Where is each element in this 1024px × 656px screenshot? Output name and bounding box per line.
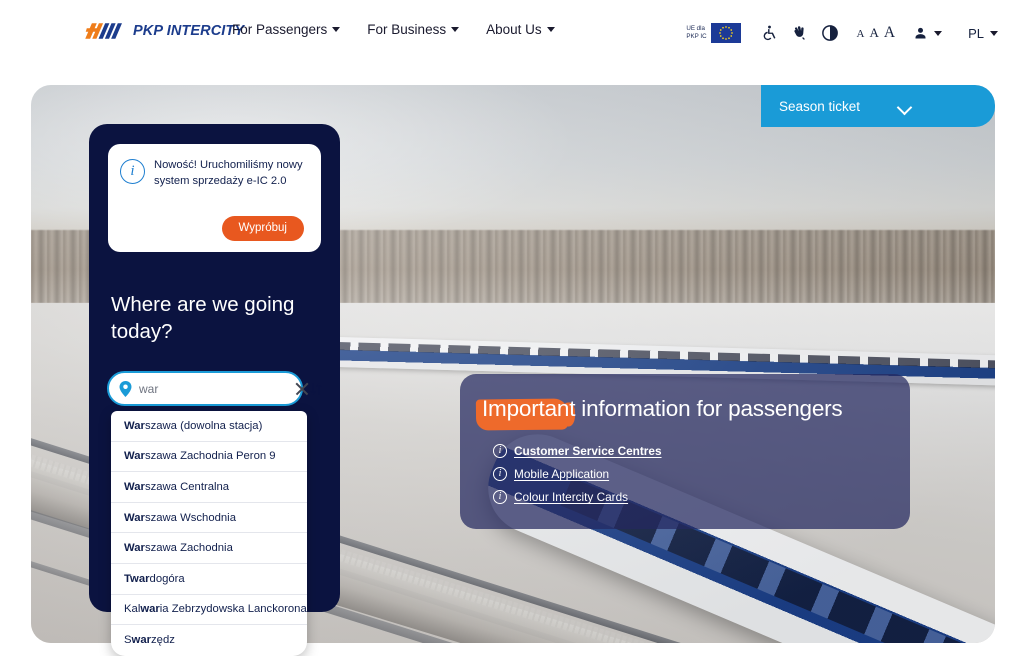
language-selector[interactable]: PL [968,26,998,41]
panel-heading: Where are we going today? [111,293,295,344]
wheelchair-icon[interactable] [755,21,785,45]
info-icon: i [493,467,507,481]
sign-language-glyph [794,26,805,40]
link-colour-intercity-cards[interactable]: i Colour Intercity Cards [493,490,662,504]
link-customer-service-centres[interactable]: i Customer Service Centres [493,444,662,458]
eu-funding-label: UE dla PKP IC [686,25,706,41]
suggestion-item[interactable]: Twar dogóra [111,564,307,595]
link-mobile-application[interactable]: i Mobile Application [493,467,662,481]
chevron-down-icon [990,30,998,36]
suggestion-rest: ia Zebrzydowska Lanckorona [159,603,307,616]
suggestion-pre: S [124,634,132,647]
origin-search-row [107,371,323,406]
eu-stars-icon [718,26,733,40]
suggestion-rest: szawa Zachodnia [144,542,233,555]
suggestion-match: War [124,511,145,524]
season-ticket-dropdown[interactable]: Season ticket [761,85,995,127]
suggestion-rest: szawa Centralna [144,480,230,493]
sign-language-icon[interactable] [785,21,815,45]
eu-funding-badge: UE dla PKP IC [686,23,741,43]
logo-text: PKP INTERCITY [133,23,245,39]
suggestion-item[interactable]: War szawa Zachodnia Peron 9 [111,442,307,473]
nav-item-for-passengers[interactable]: For Passengers [232,22,341,37]
suggestion-rest: dogóra [149,572,185,585]
nav-label: About Us [486,22,542,37]
close-icon[interactable] [294,381,310,397]
eu-flag-icon [710,23,741,43]
info-icon: i [120,159,145,184]
font-size-small-button[interactable]: A [857,28,865,40]
promo-notification-card: i Nowość! Uruchomiliśmy nowy system sprz… [108,144,321,252]
suggestion-item[interactable]: Kal war ia Zebrzydowska Lanckorona [111,595,307,626]
suggestion-rest: szawa (dowolna stacja) [144,419,263,432]
search-input[interactable] [139,381,294,396]
nav-item-for-business[interactable]: For Business [367,22,460,37]
language-label: PL [968,25,984,41]
info-panel-title: Important information for passengers [482,396,843,421]
suggestion-match: War [124,419,145,432]
try-it-button[interactable]: Wypróbuj [221,216,304,241]
contrast-glyph [821,25,838,41]
site-header: PKP INTERCITY For Passengers For Busines… [0,0,1024,70]
eu-label-line1: UE dla [686,25,705,33]
suggestion-match: war [140,603,160,616]
origin-station-field[interactable] [107,371,303,406]
main-navigation: For Passengers For Business About Us [232,22,555,37]
suggestion-match: War [124,450,145,463]
passenger-info-panel: Important information for passengers i C… [460,374,910,529]
user-icon [915,27,926,38]
wheelchair-glyph [763,25,776,41]
font-size-large-button[interactable]: A [884,24,895,42]
link-label: Mobile Application [514,467,610,481]
font-size-medium-button[interactable]: A [870,25,879,41]
link-label: Colour Intercity Cards [514,490,629,504]
suggestion-rest: zędz [151,634,175,647]
suggestion-item[interactable]: Swar zędz [111,625,307,656]
suggestion-item[interactable]: War szawa Zachodnia [111,533,307,564]
nav-label: For Passengers [232,22,328,37]
chevron-down-icon [934,30,943,36]
site-logo[interactable]: PKP INTERCITY [84,21,244,41]
swap-vertical-icon[interactable] [309,381,323,397]
info-panel-title-wrap: Important information for passengers [475,396,843,431]
suggestion-rest: szawa Zachodnia Peron 9 [144,450,276,463]
utility-bar: UE dla PKP IC A A A PL [686,21,998,45]
chevron-down-icon [899,100,912,113]
season-ticket-label: Season ticket [779,98,861,114]
nav-item-about-us[interactable]: About Us [486,22,555,37]
chevron-down-icon [546,27,555,32]
link-label: Customer Service Centres [514,444,662,458]
suggestion-item[interactable]: War szawa Wschodnia [111,503,307,534]
suggestion-item[interactable]: War szawa Centralna [111,472,307,503]
contrast-icon[interactable] [815,21,845,45]
info-panel-links: i Customer Service Centres i Mobile Appl… [493,444,662,504]
promo-row: i Nowość! Uruchomiliśmy nowy system sprz… [120,158,309,190]
nav-label: For Business [367,22,447,37]
promo-text: Nowość! Uruchomiliśmy nowy system sprzed… [154,159,303,187]
suggestion-match: War [124,480,145,493]
trip-search-panel: i Nowość! Uruchomiliśmy nowy system sprz… [89,124,340,656]
location-pin-icon [119,380,132,397]
suggestion-item[interactable]: War szawa (dowolna stacja) [111,411,307,442]
chevron-down-icon [451,27,460,32]
eu-label-line2: PKP IC [686,33,707,40]
suggestion-match: war [131,634,152,647]
suggestion-pre: Kal [124,603,141,616]
font-size-controls: A A A [857,24,896,42]
suggestion-match: Twar [124,572,150,585]
suggestion-rest: szawa Wschodnia [144,511,236,524]
account-menu[interactable] [913,26,943,41]
chevron-down-icon [332,27,341,32]
info-icon: i [493,444,507,458]
suggestion-match: War [124,542,145,555]
station-suggestions-list: War szawa (dowolna stacja) War szawa Zacho… [111,411,307,656]
ic-logo-icon [85,23,122,39]
info-icon: i [493,490,507,504]
